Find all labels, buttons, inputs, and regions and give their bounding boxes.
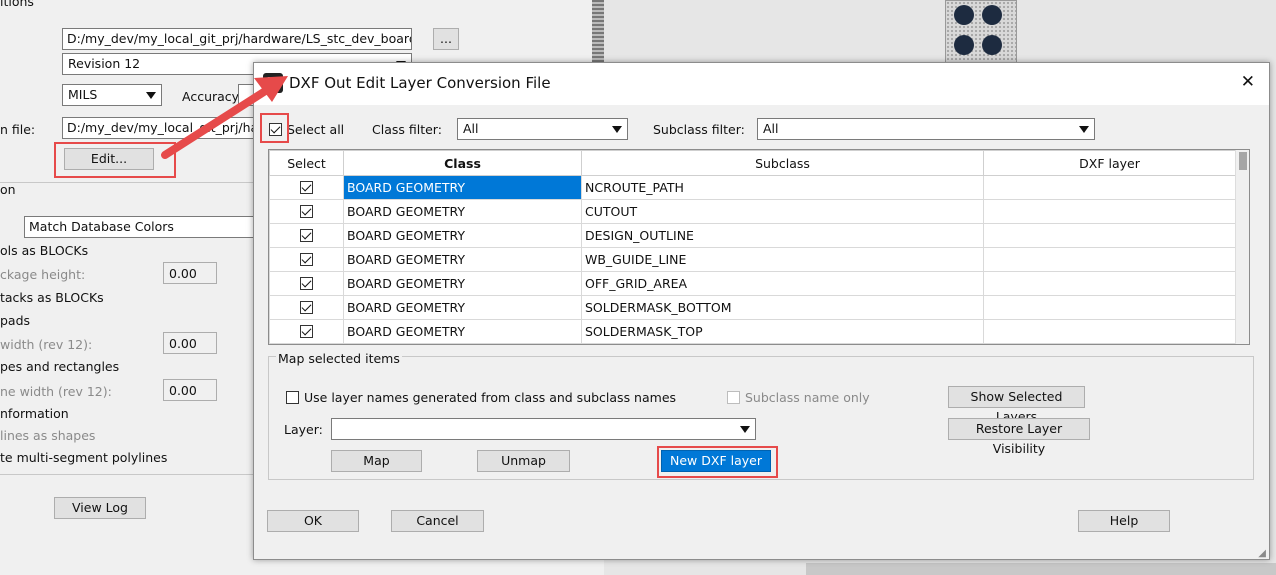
arrow-shaft	[161, 84, 274, 159]
annotation-arrow	[161, 76, 288, 159]
